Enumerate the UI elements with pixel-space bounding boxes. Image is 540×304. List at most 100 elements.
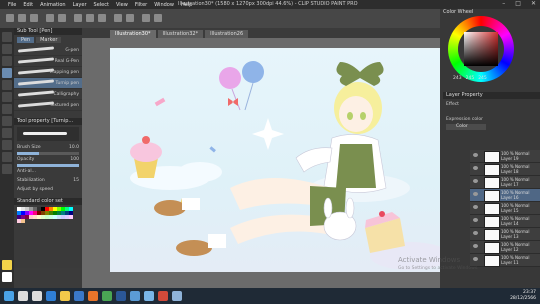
system-clock[interactable]: 23:37 28/12/2566 [510, 290, 536, 302]
opacity-slider[interactable] [17, 164, 79, 167]
close-icon[interactable]: ✕ [531, 0, 536, 7]
group-pen[interactable]: Pen [17, 37, 35, 43]
airbrush-tool-icon[interactable] [2, 104, 12, 114]
effect-label: Effect [446, 102, 459, 107]
menu-animation[interactable]: Animation [40, 2, 66, 8]
antialias-label: Anti-al... [17, 169, 36, 174]
expression-color-label: Expression color [446, 117, 483, 122]
brush-item[interactable]: G-pen [14, 45, 82, 56]
layer-row[interactable]: 100 % Normal Layer 11 [470, 254, 540, 267]
brush-size-row[interactable]: Brush Size 10.0 [14, 143, 82, 152]
layer-row[interactable]: 100 % Normal Layer 13 [470, 228, 540, 241]
main-color-swatch[interactable] [2, 260, 12, 270]
group-marker[interactable]: Marker [36, 37, 62, 43]
layer-row[interactable]: 100 % Normal Layer 16 [470, 189, 540, 202]
firefox-icon[interactable] [88, 291, 98, 301]
layer-row[interactable]: 100 % Normal Layer 14 [470, 215, 540, 228]
layer-row[interactable]: 100 % Normal Layer 12 [470, 241, 540, 254]
eye-icon[interactable] [473, 192, 478, 196]
brush-item[interactable]: Calligraphy [14, 89, 82, 100]
maximize-icon[interactable]: □ [515, 0, 521, 7]
brush-size-slider[interactable] [17, 152, 79, 155]
layer-row[interactable]: 100 % Normal Layer 19 [470, 150, 540, 163]
stabilization-row[interactable]: Stabilization 15 [14, 176, 82, 185]
eye-icon[interactable] [473, 257, 478, 261]
antialias-row[interactable]: Anti-al... [14, 167, 82, 176]
subtool-panel: Sub Tool [Pen] Pen Marker G-pen Real G-Pe… [14, 28, 82, 118]
select-tool-icon[interactable] [2, 56, 12, 66]
minimize-icon[interactable]: – [502, 0, 505, 7]
search-icon[interactable] [18, 291, 28, 301]
brush-size-value[interactable]: 10.0 [69, 145, 79, 150]
brush-item[interactable]: Turnip pen [14, 78, 82, 89]
brush-tool-icon[interactable] [2, 92, 12, 102]
figure-tool-icon[interactable] [2, 152, 12, 162]
clipstudio-icon[interactable] [144, 291, 154, 301]
stabilization-value[interactable]: 15 [73, 178, 79, 183]
explorer-icon[interactable] [60, 291, 70, 301]
sub-color-swatch[interactable] [2, 272, 12, 282]
rgb-g[interactable]: 245 [466, 76, 475, 81]
eye-icon[interactable] [473, 231, 478, 235]
tool-property-panel: Tool property [Turnip... Brush Size 10.0… [14, 118, 82, 198]
move-tool-icon[interactable] [2, 44, 12, 54]
brush-item[interactable]: Real G-Pen [14, 56, 82, 67]
title-bar: File Edit Animation Layer Select View Filter Wi… [0, 0, 540, 9]
text-tool-icon[interactable] [2, 140, 12, 150]
menu-bar: File Edit Animation Layer Select View Filter Wi… [0, 2, 199, 8]
rgb-b[interactable]: 245 [478, 76, 487, 81]
eraser-tool-icon[interactable] [2, 116, 12, 126]
adjust-speed-label[interactable]: Adjust by speed [17, 187, 53, 192]
chrome-icon[interactable] [102, 291, 112, 301]
edge-icon[interactable] [46, 291, 56, 301]
tab-illustration26[interactable]: Illustration26 [205, 30, 249, 38]
brush-stroke-preview [17, 90, 55, 97]
menu-filter[interactable]: Filter [135, 2, 147, 8]
menu-view[interactable]: View [116, 2, 128, 8]
zoom-tool-icon[interactable] [2, 32, 12, 42]
adjust-speed-row[interactable]: Adjust by speed [14, 185, 82, 194]
layer-row[interactable]: 100 % Normal Layer 17 [470, 176, 540, 189]
opacity-row[interactable]: Opacity 100 [14, 155, 82, 164]
layer-name: Layer 17 [501, 182, 519, 187]
eye-icon[interactable] [473, 244, 478, 248]
store-icon[interactable] [74, 291, 84, 301]
menu-layer[interactable]: Layer [73, 2, 87, 8]
menu-window[interactable]: Window [154, 2, 174, 8]
canvas-artwork[interactable] [110, 48, 440, 272]
eye-icon[interactable] [473, 205, 478, 209]
eye-icon[interactable] [473, 218, 478, 222]
brush-item[interactable]: Mapping pen [14, 67, 82, 78]
rgb-r[interactable]: 243 [453, 76, 462, 81]
menu-edit[interactable]: Edit [23, 2, 33, 8]
menu-file[interactable]: File [8, 2, 16, 8]
tab-illustration30[interactable]: Illustration30* [110, 30, 156, 38]
saturation-value-square[interactable] [464, 32, 498, 66]
tab-illustration32[interactable]: Illustration32* [157, 30, 204, 38]
layer-thumbnail [484, 177, 500, 189]
layer-row[interactable]: 100 % Normal Layer 18 [470, 163, 540, 176]
eye-icon[interactable] [473, 166, 478, 170]
media-icon[interactable] [158, 291, 168, 301]
pencil-tool-icon[interactable] [2, 80, 12, 90]
color-swatch[interactable] [69, 215, 73, 219]
pen-tool-icon[interactable] [2, 68, 12, 78]
stabilization-label: Stabilization [17, 178, 45, 183]
layer-row[interactable]: 100 % Normal Layer 15 [470, 202, 540, 215]
fill-tool-icon[interactable] [2, 128, 12, 138]
opacity-value[interactable]: 100 [70, 157, 79, 162]
eyedropper-tool-icon[interactable] [2, 164, 12, 174]
layer-info: 100 % Normal Layer 11 [501, 255, 529, 265]
subtool-header: Sub Tool [Pen] [14, 28, 82, 35]
menu-select[interactable]: Select [94, 2, 109, 8]
clipstudio2-icon[interactable] [172, 291, 182, 301]
word-icon[interactable] [116, 291, 126, 301]
eye-icon[interactable] [473, 179, 478, 183]
start-icon[interactable] [4, 291, 14, 301]
photos-icon[interactable] [130, 291, 140, 301]
taskview-icon[interactable] [32, 291, 42, 301]
expression-color-select[interactable]: Color [446, 124, 486, 130]
color-swatch[interactable] [21, 219, 25, 223]
brush-item[interactable]: Textured pen [14, 100, 82, 111]
eye-icon[interactable] [473, 153, 478, 157]
